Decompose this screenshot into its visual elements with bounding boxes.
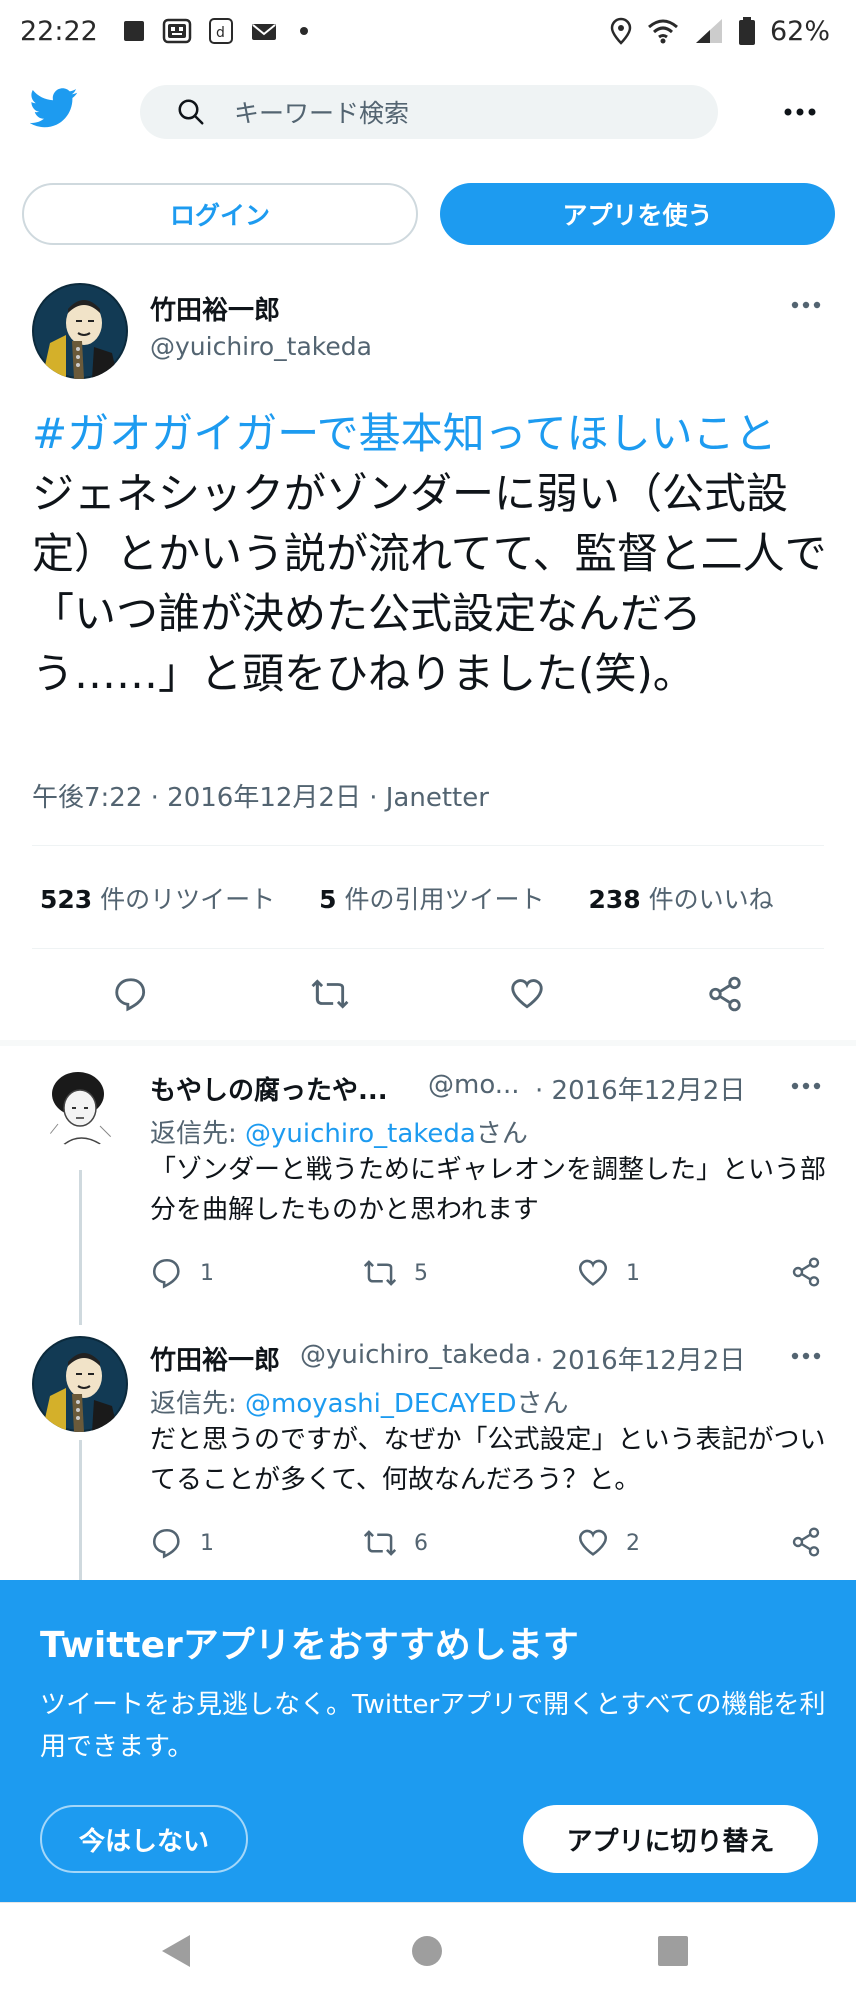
reply-count: 1 (200, 1260, 214, 1286)
author-handle[interactable]: @yuichiro_takeda (150, 332, 372, 361)
thread-line (79, 1170, 82, 1325)
svg-text:d: d (216, 25, 225, 41)
home-icon[interactable] (410, 1933, 444, 1969)
retweet-action[interactable]: 5 (362, 1256, 428, 1290)
square-notification-icon (122, 19, 146, 43)
wifi-icon (646, 17, 680, 45)
avatar[interactable] (40, 1064, 124, 1148)
mail-icon (250, 19, 278, 43)
reply-action[interactable]: 1 (150, 1526, 214, 1560)
dot-icon (294, 19, 314, 43)
more-horizontal-icon[interactable] (790, 1349, 822, 1363)
battery-icon (738, 16, 756, 46)
use-app-button[interactable]: アプリを使う (440, 183, 835, 245)
more-horizontal-icon[interactable] (790, 298, 822, 312)
battery-percent: 62% (769, 15, 830, 47)
reply-author-name[interactable]: 竹田裕一郎 (150, 1340, 280, 1377)
section-separator (0, 1040, 856, 1046)
share-icon[interactable] (790, 1256, 822, 1288)
reply-count: 1 (200, 1530, 214, 1556)
share-icon[interactable] (706, 975, 744, 1013)
thread-line (79, 1440, 82, 1580)
status-right-icons: 62% (610, 16, 830, 47)
status-time: 22:22 (20, 15, 98, 47)
top-header: キーワード検索 (0, 78, 856, 146)
reply-date[interactable]: · 2016年12月2日 (535, 1340, 745, 1377)
reply-to: 返信先: @yuichiro_takedaさん (150, 1119, 528, 1149)
reply-text: だと思うのですが、なぜか「公式設定」という表記がついてることが多くて、何故なんだ… (150, 1425, 826, 1495)
app-promo-banner: Twitterアプリをおすすめします ツイートをお見逃しなく。Twitterアプ… (0, 1580, 856, 1902)
tweet-stats: 523 件のリツイート 5 件の引用ツイート 238 件のいいね (40, 880, 774, 916)
tweet-meta[interactable]: 午後7:22 · 2016年12月2日 · Janetter (32, 777, 489, 814)
search-input[interactable]: キーワード検索 (140, 85, 718, 139)
quote-stat[interactable]: 5 件の引用ツイート (319, 880, 544, 916)
search-icon (176, 97, 206, 127)
more-horizontal-icon[interactable] (782, 102, 818, 122)
retweet-icon (362, 1526, 398, 1560)
reply-icon (150, 1256, 184, 1290)
share-icon[interactable] (790, 1526, 822, 1558)
avatar[interactable] (32, 1336, 128, 1432)
like-count: 2 (626, 1530, 640, 1556)
status-left-icons: d (122, 17, 314, 45)
hashtag-link[interactable]: #ガオガイガーで基本知ってほしいこと (32, 409, 777, 458)
like-action[interactable]: 2 (576, 1526, 640, 1560)
tweet-text: #ガオガイガーで基本知ってほしいこと ジェネシックがゾンダーに弱い（公式設定）と… (32, 404, 832, 704)
like-count: 1 (626, 1260, 640, 1286)
retweet-stat[interactable]: 523 件のリツイート (40, 880, 275, 916)
reply-to: 返信先: @moyashi_DECAYEDさん (150, 1389, 569, 1419)
author-name[interactable]: 竹田裕一郎 (150, 290, 280, 327)
reply-text: 「ゾンダーと戦うためにギャレオンを調整した」という部分を曲解したものかと思われま… (150, 1155, 827, 1225)
more-horizontal-icon[interactable] (790, 1079, 822, 1093)
search-placeholder: キーワード検索 (234, 99, 410, 128)
like-action[interactable]: 1 (576, 1256, 640, 1290)
location-icon (610, 17, 632, 45)
recents-icon[interactable] (656, 1933, 690, 1969)
reply-author-name[interactable]: もやしの腐ったや... (150, 1070, 388, 1107)
twitter-bird-icon[interactable] (30, 88, 78, 128)
system-nav-bar (0, 1902, 856, 2000)
reply-to-link[interactable]: @yuichiro_takeda (245, 1119, 476, 1149)
like-stat[interactable]: 238 件のいいね (589, 880, 774, 916)
robot-app-icon (162, 17, 192, 45)
back-icon[interactable] (160, 1933, 192, 1969)
retweet-icon (362, 1256, 398, 1290)
promo-description: ツイートをお見逃しなく。Twitterアプリで開くとすべての機能を利用できます。 (40, 1690, 826, 1762)
heart-icon (576, 1526, 610, 1560)
reply-author-handle[interactable]: @mo... (428, 1070, 520, 1100)
reply-to-link[interactable]: @moyashi_DECAYED (245, 1389, 517, 1419)
status-bar: 22:22 d 62% (0, 0, 856, 62)
reply-action[interactable]: 1 (150, 1256, 214, 1290)
heart-icon (576, 1256, 610, 1290)
signal-icon (694, 17, 724, 45)
reply-icon (150, 1526, 184, 1560)
reply-date[interactable]: · 2016年12月2日 (535, 1070, 745, 1107)
retweet-icon[interactable] (309, 975, 351, 1013)
reply-icon[interactable] (112, 975, 150, 1013)
avatar[interactable] (32, 283, 128, 379)
login-button[interactable]: ログイン (22, 183, 418, 245)
divider (32, 948, 824, 949)
d-app-icon: d (208, 17, 234, 45)
retweet-count: 6 (414, 1530, 428, 1556)
not-now-button[interactable]: 今はしない (40, 1805, 248, 1873)
switch-to-app-button[interactable]: アプリに切り替え (523, 1805, 818, 1873)
tweet-actions (0, 975, 856, 1015)
promo-title: Twitterアプリをおすすめします (40, 1625, 579, 1666)
divider (32, 845, 824, 846)
reply-author-handle[interactable]: @yuichiro_takeda (300, 1340, 531, 1370)
retweet-count: 5 (414, 1260, 428, 1286)
retweet-action[interactable]: 6 (362, 1526, 428, 1560)
heart-icon[interactable] (508, 975, 546, 1013)
